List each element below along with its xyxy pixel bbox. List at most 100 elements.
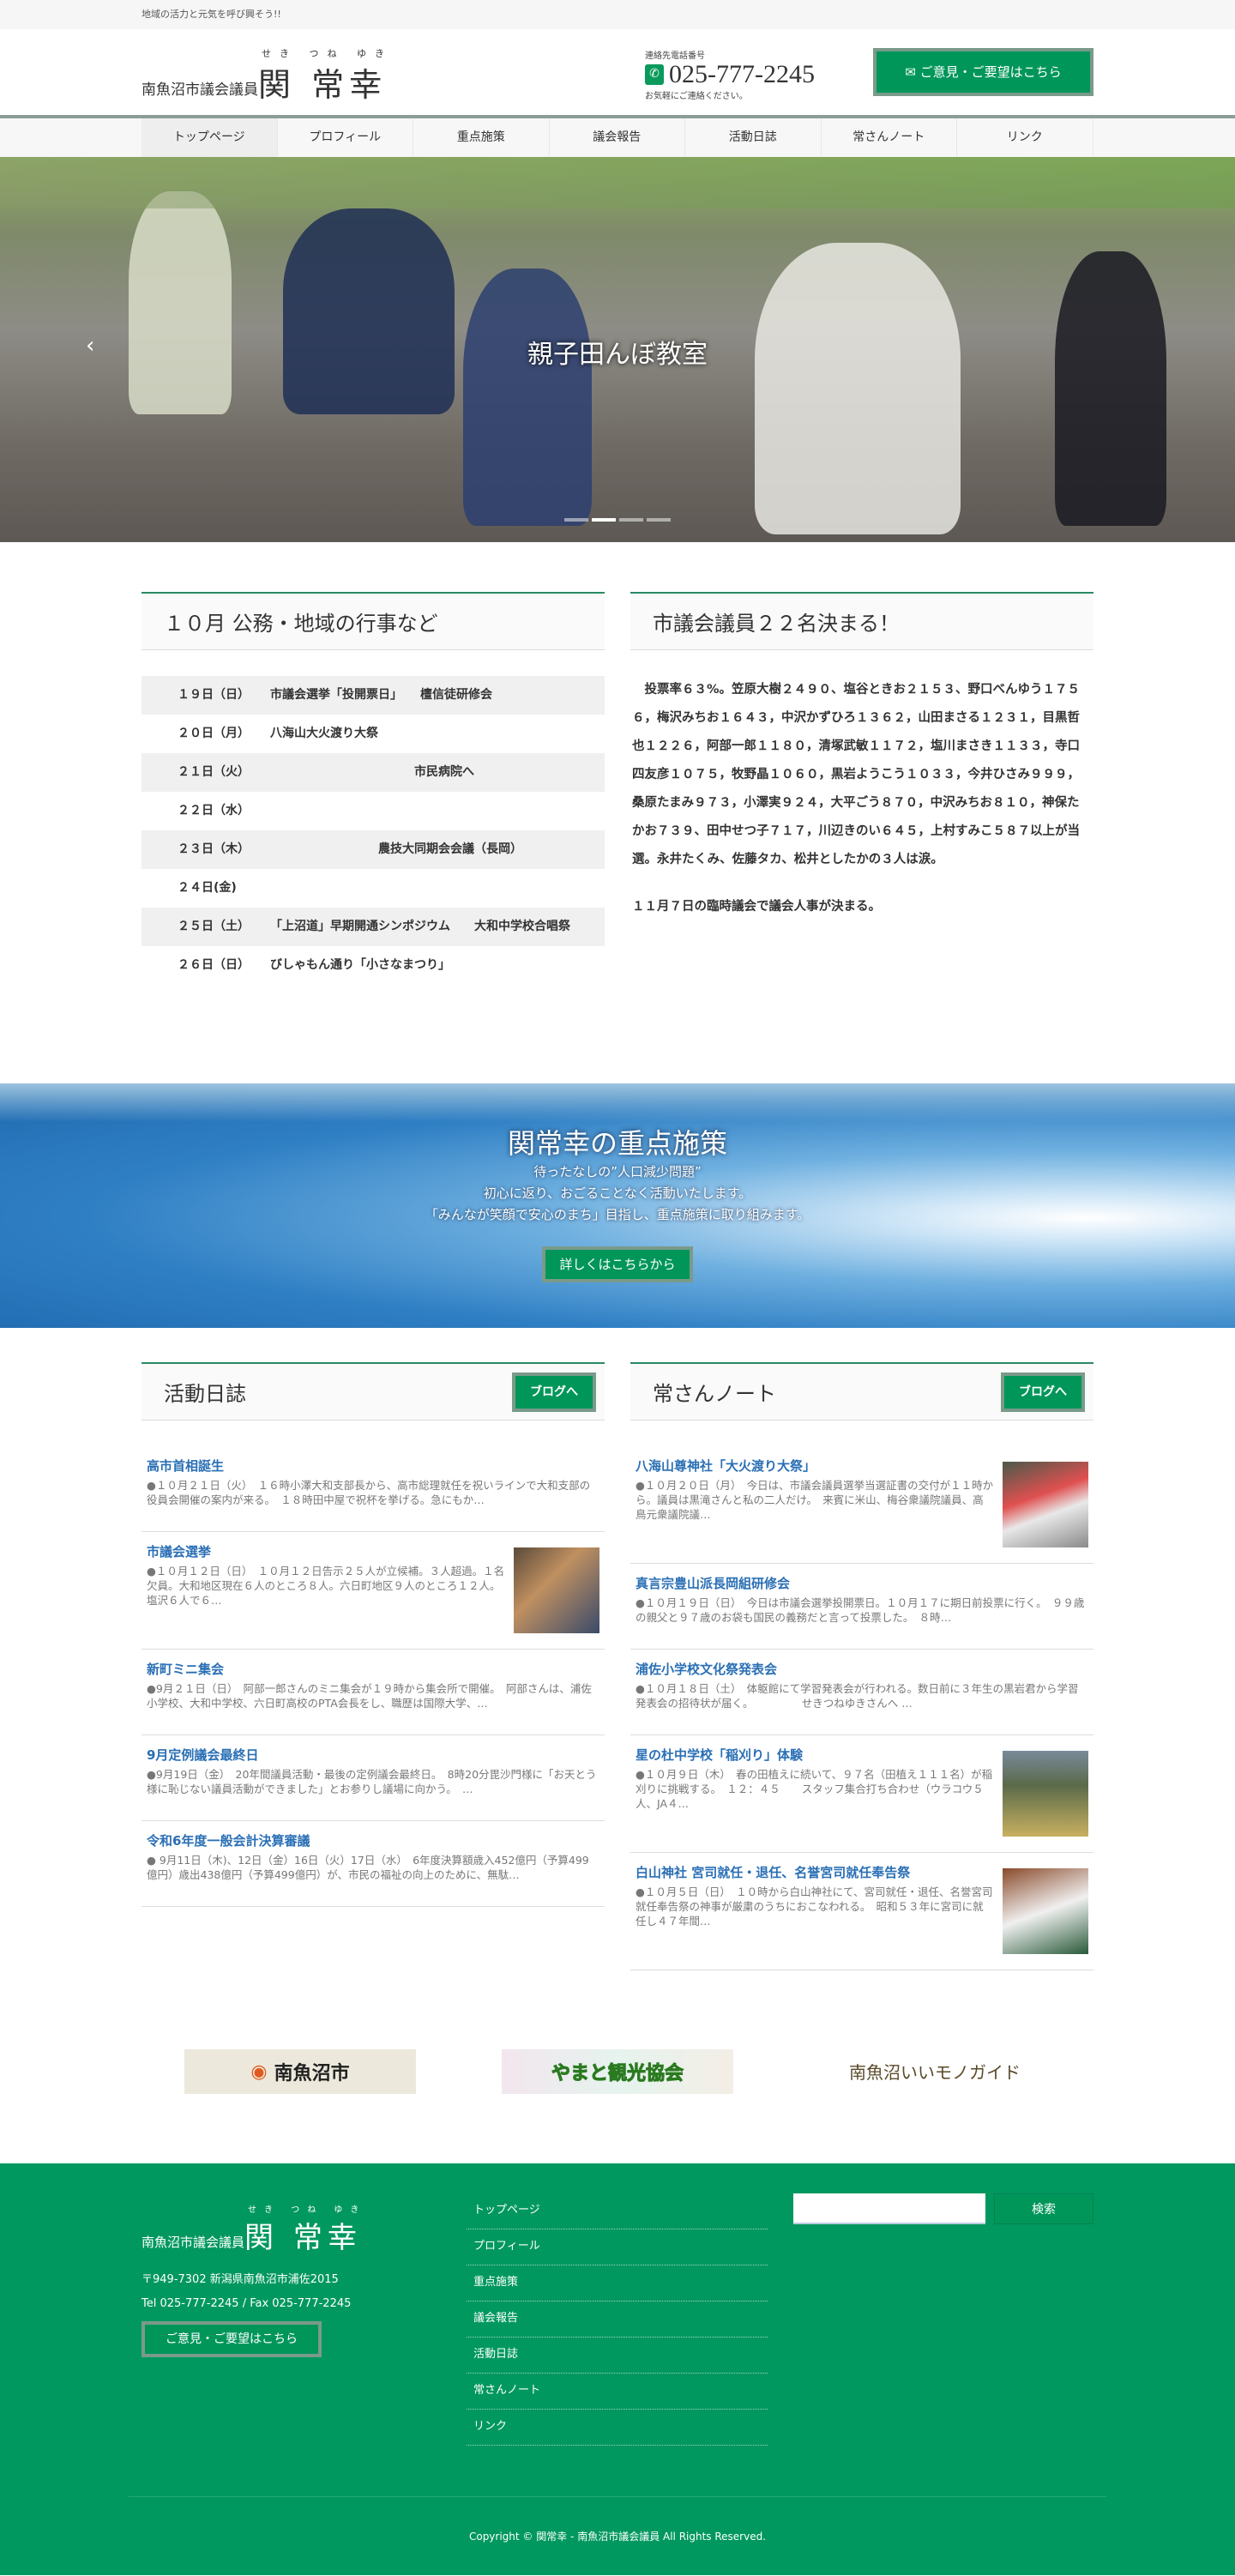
post-text: 9月定例議会最終日 ●9月19日（金） 20年間議員活動・最後の定例議会最終日。 …: [147, 1746, 599, 1805]
banner-line: 「みんなが笑顔で安心のまち」目指し、重点施策に取り組みます。: [425, 1207, 810, 1222]
nav-item[interactable]: 活動日誌: [685, 118, 822, 157]
post-thumbnail[interactable]: [514, 1547, 599, 1633]
footer-nav-item[interactable]: 議会報告: [466, 2302, 768, 2338]
footer-logo-name: 関 常幸: [244, 2221, 362, 2255]
note-title: 常さんノート: [653, 1382, 776, 1406]
post-text: 高市首相誕生 ●１０月２１日（火） １６時小澤大和支部長から、高市総理就任を祝いラ…: [147, 1457, 599, 1516]
link-yamato-tourism[interactable]: やまと観光協会: [502, 2048, 733, 2094]
post-item[interactable]: 白山神社 宮司就任・退任、名誉宮司就任奉告祭 ●１０月５日（日） １０時から白山神…: [630, 1853, 1093, 1970]
news-title: 市議会議員２２名決まる！: [653, 612, 900, 636]
link-iimono-guide[interactable]: 南魚沼いいモノガイド: [819, 2049, 1051, 2094]
post-title[interactable]: 市議会選挙: [147, 1542, 505, 1560]
footer: 南魚沼市議会議員 せき つね ゆき関 常幸 〒949-7302 新潟県南魚沼市浦…: [0, 2163, 1235, 2575]
event-row: ２２日（水）: [142, 792, 605, 830]
note-section: 常さんノート ブログへ 八海山尊神社「大火渡り大祭」 ●１０月２０日（月） 今日は、…: [630, 1362, 1093, 1970]
post-title[interactable]: 星の杜中学校「稲刈り」体験: [636, 1746, 994, 1764]
city-logo-icon: ◉: [250, 2060, 268, 2083]
nav-item[interactable]: リンク: [957, 118, 1093, 157]
post-thumbnail[interactable]: [1003, 1868, 1088, 1954]
link-minamiuonuma-city[interactable]: ◉ 南魚沼市: [184, 2048, 416, 2094]
policy-details-button[interactable]: 詳しくはこちらから: [542, 1246, 693, 1282]
slide-dot[interactable]: [564, 518, 588, 522]
post-item[interactable]: 新町ミニ集会 ●9月２１日（日） 阿部一郎さんのミニ集会が１９時から集会所で開催。…: [142, 1650, 605, 1735]
post-title[interactable]: 9月定例議会最終日: [147, 1746, 599, 1764]
footer-nav-item[interactable]: 活動日誌: [466, 2338, 768, 2374]
footer-nav-item[interactable]: リンク: [466, 2410, 768, 2446]
slide-dot[interactable]: [647, 518, 671, 522]
post-excerpt: ●１０月１８日（土） 体躯館にて学習発表会が行われる。数日前に３年生の黒岩君から…: [636, 1682, 1079, 1710]
post-excerpt: ●9月19日（金） 20年間議員活動・最後の定例議会最終日。 8時20分毘沙門様…: [147, 1768, 597, 1795]
nav-item[interactable]: プロフィール: [278, 118, 413, 157]
phone-note: お気軽にご連絡ください。: [645, 92, 748, 101]
event-row: ２３日（木） 農技大同期会会議（長岡）: [142, 830, 605, 869]
nav-item[interactable]: 議会報告: [550, 118, 685, 157]
post-title[interactable]: 新町ミニ集会: [147, 1660, 599, 1678]
events-section: １０月 公務・地域の行事など １９日（日） 市議会選挙「投開票日」 檀信徒研修会 ２…: [142, 592, 605, 1083]
nav-item[interactable]: トップページ: [142, 118, 278, 157]
phone-block: 連絡先電話番号 ✆ 025-777-2245 お気軽にご連絡ください。: [645, 48, 815, 101]
post-excerpt: ●１０月９日（木） 春の田植えに続いて、９７名（田植え１１１名）が稲刈りに挑戦す…: [636, 1768, 993, 1810]
post-text: 令和6年度一般会計決算審議 ● 9月11日（木)、12日（金）16日（火）17日（…: [147, 1831, 599, 1891]
post-title[interactable]: 浦佐小学校文化祭発表会: [636, 1660, 1088, 1678]
post-text: 真言宗豊山派長岡組研修会 ●１０月１９日（日） 今日は市議会選挙投開票日。１０月１…: [636, 1574, 1088, 1633]
post-item[interactable]: 市議会選挙 ●１０月１２日（日） １０月１２日告示２５人が立候補。３人超過。１名欠…: [142, 1532, 605, 1650]
site-logo[interactable]: 南魚沼市議会議員 せき つね ゆき関 常幸: [142, 46, 387, 106]
link-banners: ◉ 南魚沼市 やまと観光協会 南魚沼いいモノガイド: [142, 1970, 1093, 2163]
post-item[interactable]: 令和6年度一般会計決算審議 ● 9月11日（木)、12日（金）16日（火）17日（…: [142, 1821, 605, 1907]
post-title[interactable]: 高市首相誕生: [147, 1457, 599, 1475]
footer-logo-ruby: せき つね ゆき: [248, 2205, 367, 2215]
footer-nav-item[interactable]: 常さんノート: [466, 2374, 768, 2410]
footer-nav-item[interactable]: トップページ: [466, 2193, 768, 2229]
contact-button[interactable]: ✉ ご意見・ご要望はこちら: [873, 48, 1093, 96]
nav-item[interactable]: 常さんノート: [822, 118, 957, 157]
post-excerpt: ●１０月５日（日） １０時から白山神社にて、宮司就任・退任、名誉宮司就任奉告祭の…: [636, 1885, 993, 1927]
diary-title: 活動日誌: [164, 1382, 246, 1406]
slide-indicators: [0, 509, 1235, 525]
footer-nav-item[interactable]: 重点施策: [466, 2265, 768, 2302]
event-row: ２０日（月） 八海山大火渡り大祭: [142, 715, 605, 753]
post-title[interactable]: 八海山尊神社「大火渡り大祭」: [636, 1457, 994, 1475]
hero-slider[interactable]: ‹ 親子田んぼ教室: [0, 157, 1235, 542]
post-item[interactable]: 八海山尊神社「大火渡り大祭」 ●１０月２０日（月） 今日は、市議会議員選挙当選証書…: [630, 1446, 1093, 1564]
post-title[interactable]: 白山神社 宮司就任・退任、名誉宮司就任奉告祭: [636, 1863, 994, 1881]
diary-blog-button[interactable]: ブログへ: [512, 1372, 596, 1412]
footer-search: 検索: [793, 2193, 1093, 2496]
event-row: ２１日（火） 市民病院へ: [142, 753, 605, 792]
events-title: １０月 公務・地域の行事など: [164, 612, 438, 636]
event-date: ２３日（木）: [178, 842, 250, 856]
slide-dot[interactable]: [619, 518, 643, 522]
post-item[interactable]: 真言宗豊山派長岡組研修会 ●１０月１９日（日） 今日は市議会選挙投開票日。１０月１…: [630, 1564, 1093, 1650]
post-text: 新町ミニ集会 ●9月２１日（日） 阿部一郎さんのミニ集会が１９時から集会所で開催。…: [147, 1660, 599, 1719]
phone-number[interactable]: 025-777-2245: [669, 61, 815, 88]
post-thumbnail[interactable]: [1003, 1751, 1088, 1837]
post-thumbnail[interactable]: [1003, 1462, 1088, 1547]
search-button[interactable]: 検索: [994, 2193, 1093, 2224]
footer-logo[interactable]: 南魚沼市議会議員 せき つね ゆき関 常幸: [142, 2202, 467, 2256]
post-title[interactable]: 令和6年度一般会計決算審議: [147, 1831, 599, 1849]
post-item[interactable]: 9月定例議会最終日 ●9月19日（金） 20年間議員活動・最後の定例議会最終日。 …: [142, 1735, 605, 1821]
note-blog-button[interactable]: ブログへ: [1001, 1372, 1085, 1412]
footer-nav: トップページ プロフィール 重点施策 議会報告 活動日誌 常さんノート リンク: [466, 2193, 768, 2496]
slide-dot[interactable]: [592, 518, 616, 522]
news-note: １１月７日の臨時議会で議会人事が決まる。: [632, 900, 881, 914]
header: 南魚沼市議会議員 せき つね ゆき関 常幸 連絡先電話番号 ✆ 025-777-2…: [142, 29, 1093, 115]
news-section: 市議会議員２２名決まる！ 投票率６３%。笠原大樹２４９０、塩谷ときお２１５３、野…: [630, 592, 1093, 1083]
footer-contact-button[interactable]: ご意見・ご要望はこちら: [142, 2321, 322, 2357]
banner-line: 初心に返り、おごることなく活動いたします。: [483, 1185, 752, 1201]
post-excerpt: ●9月２１日（日） 阿部一郎さんのミニ集会が１９時から集会所で開催。 阿部さんは…: [147, 1682, 592, 1710]
post-item[interactable]: 高市首相誕生 ●１０月２１日（火） １６時小澤大和支部長から、高市総理就任を祝いラ…: [142, 1446, 605, 1532]
event-text: びしゃもん通り「小さなまつり」: [270, 958, 450, 972]
post-item[interactable]: 浦佐小学校文化祭発表会 ●１０月１８日（土） 体躯館にて学習発表会が行われる。数日…: [630, 1650, 1093, 1735]
post-title[interactable]: 真言宗豊山派長岡組研修会: [636, 1574, 1088, 1592]
search-input[interactable]: [793, 2193, 985, 2224]
top-bar: 地域の活力と元気を呼び興そう!!: [0, 0, 1235, 29]
event-date: ２６日（日）: [178, 958, 250, 972]
post-text: 八海山尊神社「大火渡り大祭」 ●１０月２０日（月） 今日は、市議会議員選挙当選証書…: [636, 1457, 994, 1547]
banner-title: 関常幸の重点施策: [507, 1127, 727, 1160]
nav-item[interactable]: 重点施策: [413, 118, 550, 157]
post-item[interactable]: 星の杜中学校「稲刈り」体験 ●１０月９日（木） 春の田植えに続いて、９７名（田植え…: [630, 1735, 1093, 1853]
post-text: 星の杜中学校「稲刈り」体験 ●１０月９日（木） 春の田植えに続いて、９７名（田植え…: [636, 1746, 994, 1837]
tagline: 地域の活力と元気を呼び興そう!!: [142, 9, 281, 20]
footer-nav-item[interactable]: プロフィール: [466, 2229, 768, 2265]
link-label: 南魚沼市: [274, 2061, 350, 2084]
